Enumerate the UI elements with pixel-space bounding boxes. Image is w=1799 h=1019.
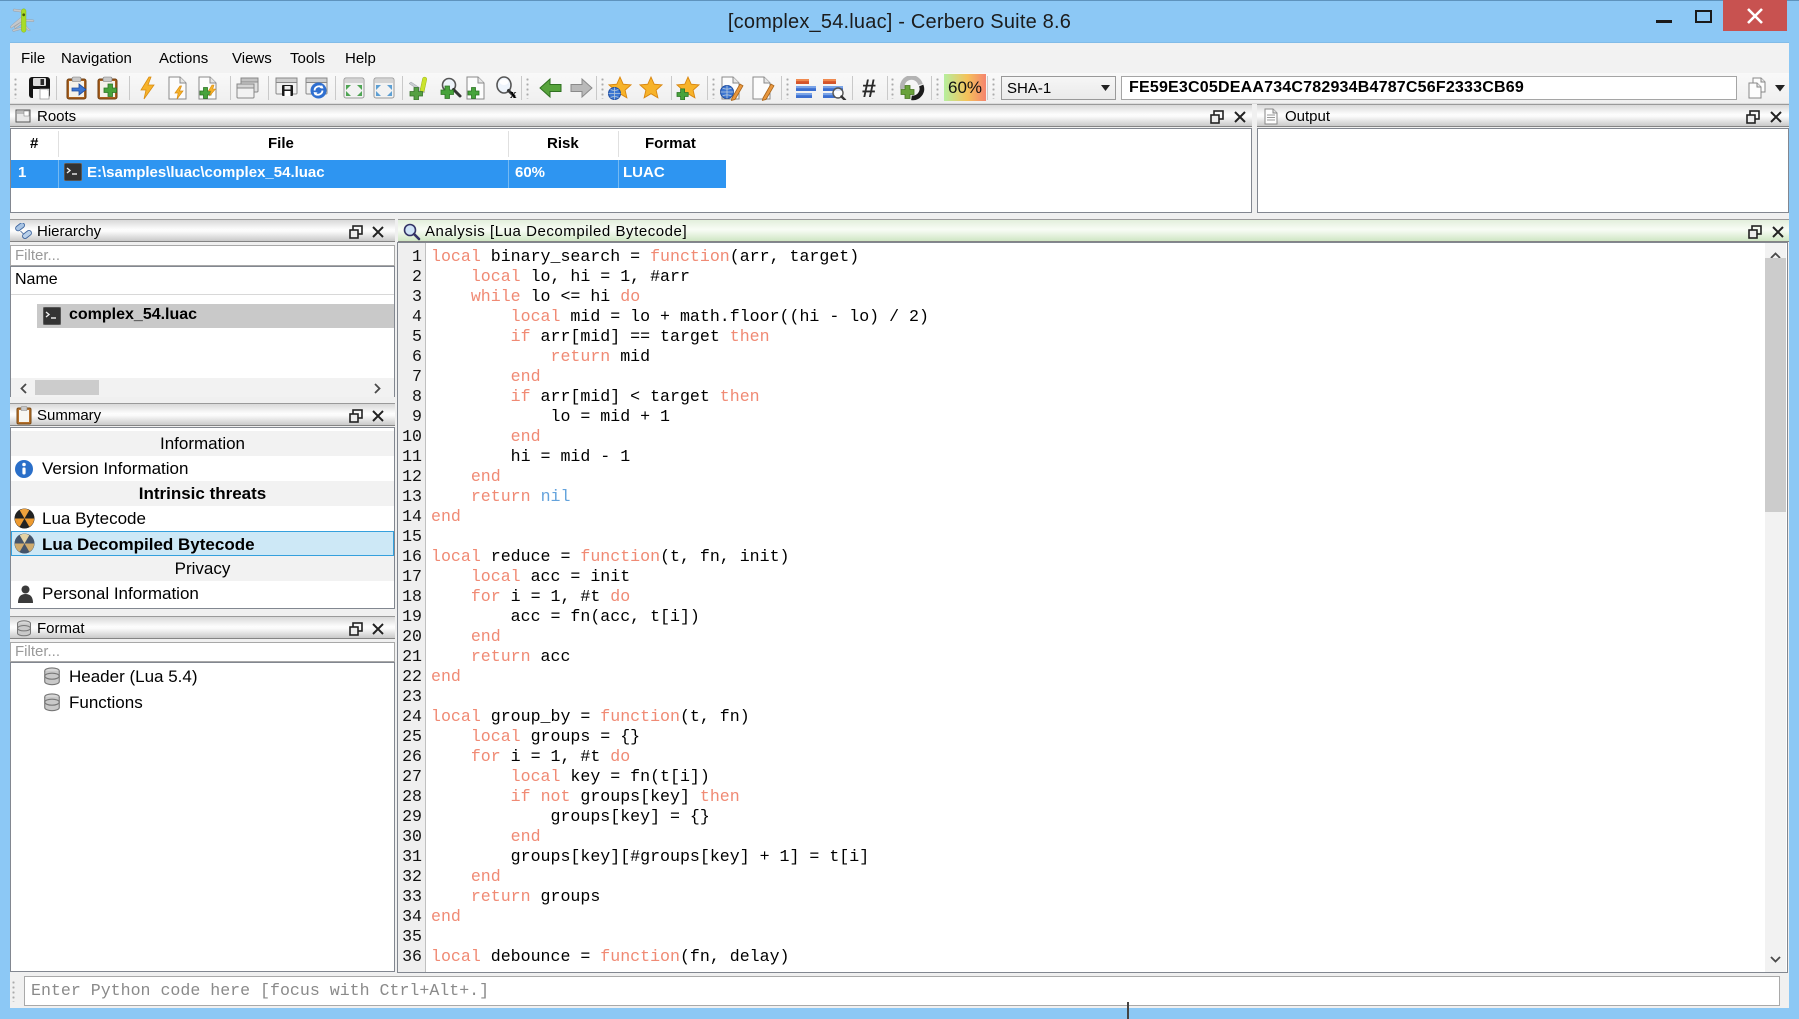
svg-text:x: x — [510, 86, 517, 100]
svg-text:#: # — [862, 76, 876, 100]
